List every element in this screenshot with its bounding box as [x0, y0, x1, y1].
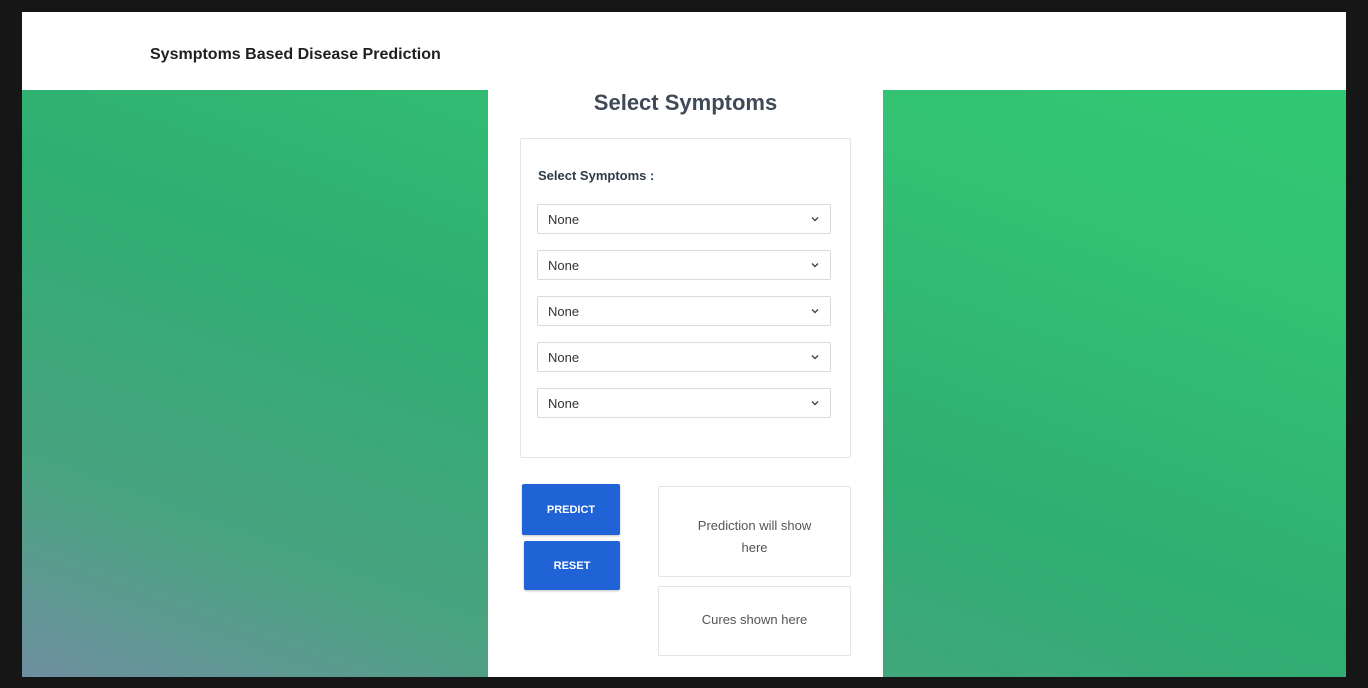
select-value: None — [548, 350, 580, 365]
symptom-select-label: Select Symptoms : — [538, 168, 655, 183]
panel-title: Select Symptoms — [593, 90, 778, 115]
select-value: None — [548, 258, 580, 273]
page-viewport: Sysmptoms Based Disease Prediction Selec… — [22, 12, 1346, 677]
chevron-down-icon — [811, 309, 819, 314]
symptom-panel: Select Symptoms Select Symptoms : None N… — [488, 78, 883, 677]
predict-button[interactable]: PREDICT — [522, 484, 620, 535]
symptom-select-1[interactable]: None — [537, 204, 831, 234]
chevron-down-icon — [811, 355, 819, 360]
chevron-down-icon — [811, 401, 819, 406]
chevron-down-icon — [811, 263, 819, 268]
symptom-form-card: Select Symptoms : None None None None No… — [520, 138, 851, 458]
select-value: None — [548, 212, 580, 227]
symptom-select-5[interactable]: None — [537, 388, 831, 418]
prediction-output-box: Prediction will show here — [658, 486, 851, 577]
reset-button[interactable]: RESET — [524, 541, 620, 590]
symptom-select-4[interactable]: None — [537, 342, 831, 372]
select-value: None — [548, 396, 580, 411]
app-title[interactable]: Sysmptoms Based Disease Prediction — [150, 46, 441, 64]
chevron-down-icon — [811, 217, 819, 222]
cures-output-box: Cures shown here — [658, 586, 851, 656]
symptom-select-2[interactable]: None — [537, 250, 831, 280]
select-value: None — [548, 304, 580, 319]
symptom-select-3[interactable]: None — [537, 296, 831, 326]
screenshot-frame: Sysmptoms Based Disease Prediction Selec… — [0, 0, 1368, 688]
